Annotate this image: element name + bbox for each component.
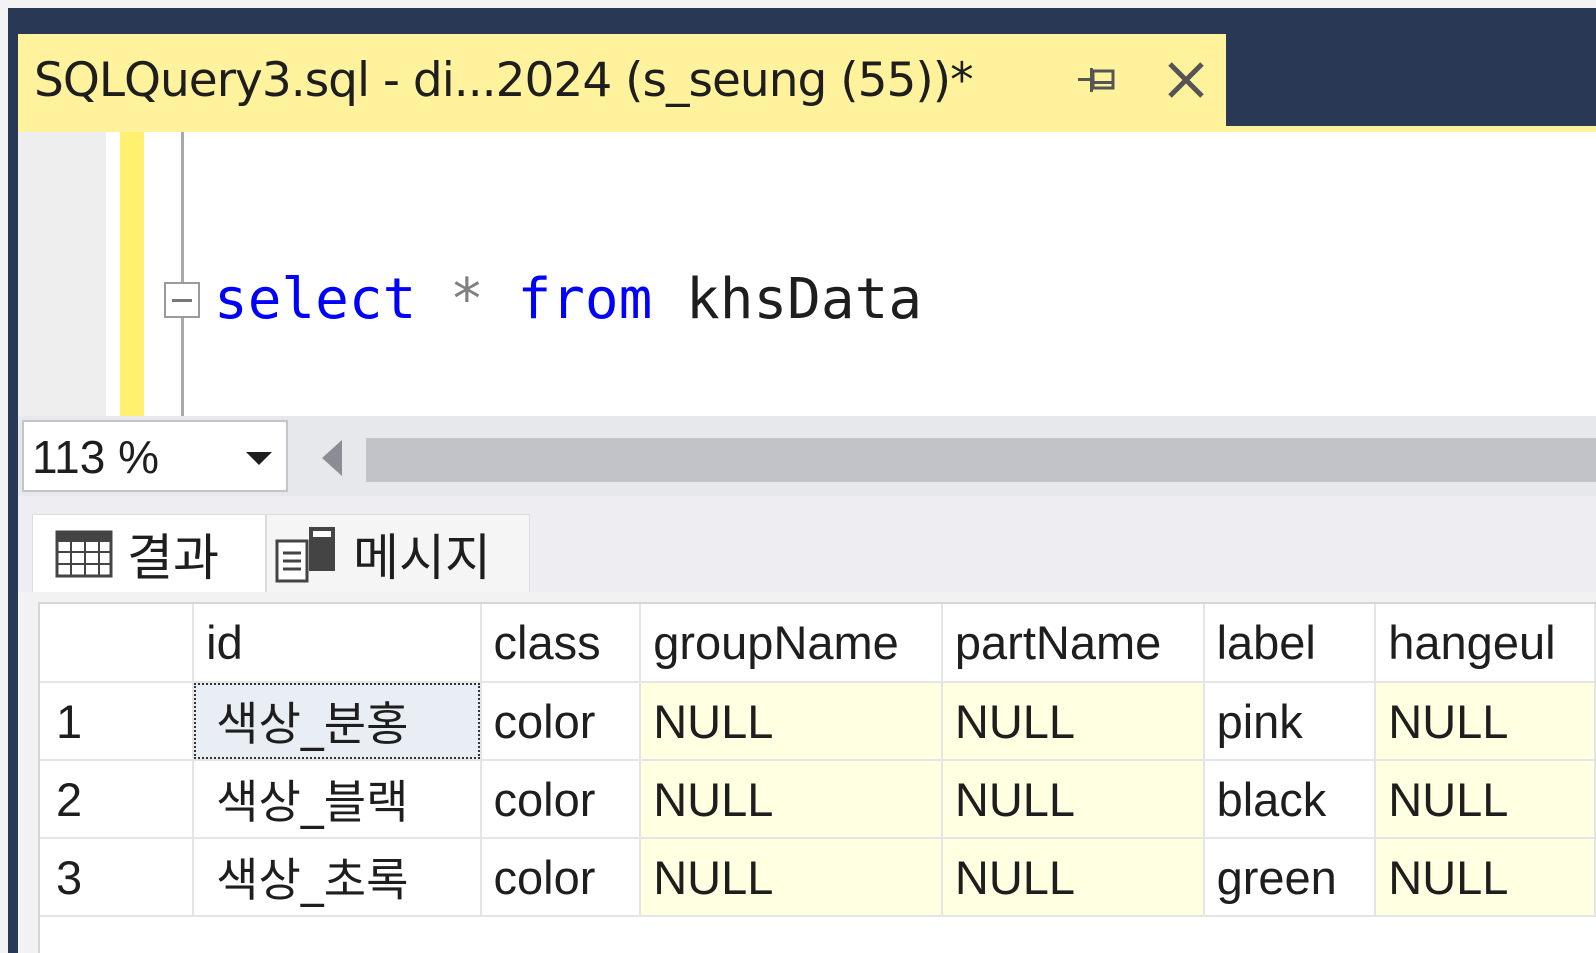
column-header[interactable]: id [193,604,482,683]
header-row: id class groupName partName label hangeu… [40,604,1596,683]
ssms-window: SQLQuery3.sql - di...2024 (s_seung (55))… [8,8,1596,953]
table-row[interactable]: 3 색상_초록 color NULL NULL green NULL [40,838,1596,917]
keyword-from: from [517,267,653,332]
keyword-select: select [214,267,417,332]
code-line[interactable]: select * from khsData [214,264,922,336]
row-number[interactable]: 2 [40,760,195,839]
chevron-down-icon[interactable] [246,452,272,465]
results-area: id class groupName partName label hangeu… [18,592,1596,953]
tab-results-label: 결과 [127,528,219,587]
operator-star: * [450,267,484,332]
column-header[interactable]: partName [941,604,1205,683]
results-table: id class groupName partName label hangeu… [40,604,1596,917]
grid-icon [55,530,113,577]
zoom-dropdown[interactable]: 113 % [22,420,288,492]
outline-guide [181,132,184,416]
tab-results[interactable]: 결과 [32,514,266,592]
grid-cell[interactable]: 색상_분홍 [193,682,482,761]
tab-messages[interactable]: 메시지 [266,514,530,592]
grid-cell[interactable]: NULL [941,838,1205,917]
document-tab-title: SQLQuery3.sql - di...2024 (s_seung (55))… [34,52,974,108]
results-tab-strip: 결과 메시지 [18,496,1596,592]
editor-margin [18,132,106,416]
document-tab[interactable]: SQLQuery3.sql - di...2024 (s_seung (55))… [18,34,1226,126]
results-grid[interactable]: id class groupName partName label hangeu… [38,602,1596,953]
row-number[interactable]: 1 [40,682,195,761]
grid-cell[interactable]: 색상_초록 [193,838,482,917]
messages-icon [275,526,335,582]
zoom-scroll-row: 113 % [18,416,1596,496]
column-header[interactable]: groupName [640,604,943,683]
tab-messages-label: 메시지 [353,528,491,587]
scroll-left-arrow-icon[interactable] [322,440,342,476]
column-header[interactable]: label [1203,604,1377,683]
grid-cell[interactable]: pink [1203,682,1377,761]
grid-cell[interactable]: NULL [640,838,943,917]
zoom-level: 113 % [32,431,160,483]
grid-cell[interactable]: color [480,682,642,761]
pin-icon[interactable] [1078,62,1118,98]
grid-cell[interactable]: NULL [640,682,943,761]
grid-cell[interactable]: 색상_블랙 [193,760,482,839]
grid-cell[interactable]: color [480,838,642,917]
collapse-icon[interactable] [164,282,200,318]
row-number[interactable]: 3 [40,838,195,917]
change-tracking-bar [120,132,144,416]
grid-cell[interactable]: NULL [941,760,1205,839]
horizontal-scrollbar[interactable] [366,438,1596,482]
grid-cell[interactable]: NULL [1375,682,1596,761]
grid-cell[interactable]: NULL [941,682,1205,761]
query-editor[interactable]: select * from khsData [18,132,1596,416]
grid-cell[interactable]: NULL [640,760,943,839]
grid-cell[interactable]: black [1203,760,1377,839]
grid-cell[interactable]: green [1203,838,1377,917]
column-header[interactable]: hangeul [1375,604,1596,683]
table-row[interactable]: 1 색상_분홍 color NULL NULL pink NULL [40,682,1596,761]
close-icon[interactable] [1164,58,1208,102]
grid-cell[interactable]: NULL [1375,838,1596,917]
grid-cell[interactable]: NULL [1375,760,1596,839]
column-header[interactable]: class [480,604,642,683]
row-number-header[interactable] [40,604,195,683]
table-identifier: khsData [686,267,923,332]
grid-cell[interactable]: color [480,760,642,839]
table-row[interactable]: 2 색상_블랙 color NULL NULL black NULL [40,760,1596,839]
